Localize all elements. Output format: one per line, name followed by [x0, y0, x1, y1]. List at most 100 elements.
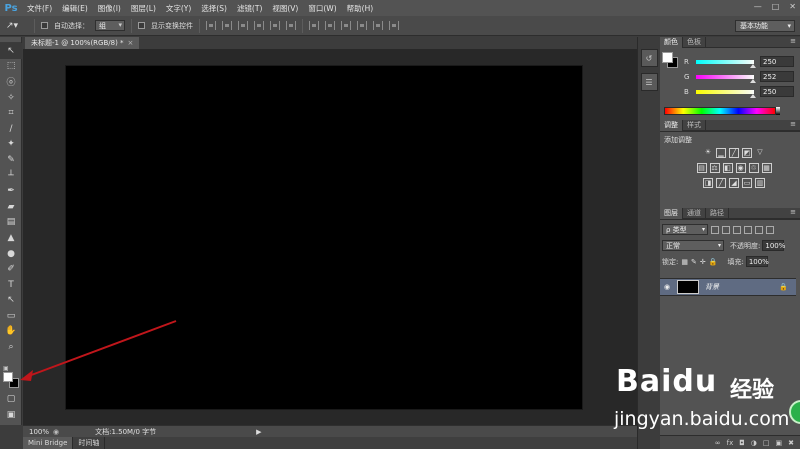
tab-mini-bridge[interactable]: Mini Bridge [23, 437, 74, 449]
tab-color[interactable]: 颜色 [660, 37, 683, 48]
workspace-dropdown[interactable]: 基本功能 [735, 20, 795, 32]
path-select-tool-icon[interactable]: ↖ [0, 293, 22, 309]
green-value-input[interactable]: 252 [760, 71, 794, 82]
menu-window[interactable]: 窗口(W) [303, 3, 341, 14]
close-button[interactable]: ✕ [789, 2, 796, 11]
red-value-input[interactable]: 250 [760, 56, 794, 67]
align-hcenter-icon[interactable] [270, 21, 280, 30]
layer-name[interactable]: 背景 [705, 282, 719, 292]
show-transform-checkbox[interactable] [138, 22, 145, 29]
red-slider[interactable] [696, 59, 756, 68]
screen-mode-icon[interactable]: ▣ [0, 407, 22, 423]
menu-type[interactable]: 文字(Y) [161, 3, 196, 14]
distribute-vcenter-icon[interactable] [325, 21, 335, 30]
tab-channels[interactable]: 通道 [683, 208, 706, 219]
zoom-level[interactable]: 100% [23, 428, 53, 436]
brush-tool-icon[interactable]: ✎ [0, 152, 22, 168]
spectrum-black-white[interactable] [776, 107, 780, 115]
properties-panel-icon[interactable]: ☰ [640, 73, 658, 91]
quick-mask-icon[interactable]: ▢ [0, 391, 22, 407]
opacity-input[interactable]: 100% [762, 240, 785, 251]
filter-adjust-icon[interactable] [722, 225, 730, 234]
foreground-color-swatch[interactable] [3, 372, 13, 382]
posterize-icon[interactable]: ╱ [716, 178, 726, 188]
align-left-icon[interactable] [254, 21, 264, 30]
filter-smart-icon[interactable] [755, 225, 763, 234]
menu-file[interactable]: 文件(F) [22, 3, 57, 14]
hue-saturation-icon[interactable]: ▤ [696, 163, 707, 173]
menu-select[interactable]: 选择(S) [196, 3, 232, 14]
maximize-button[interactable]: □ [772, 2, 780, 11]
distribute-hcenter-icon[interactable] [373, 21, 383, 30]
blue-value-input[interactable]: 250 [760, 86, 794, 97]
panel-menu-icon[interactable]: ≡ [790, 120, 796, 128]
menu-filter[interactable]: 滤镜(T) [232, 3, 267, 14]
history-brush-tool-icon[interactable]: ✒ [0, 183, 22, 199]
distribute-right-icon[interactable] [389, 21, 399, 30]
vibrance-icon[interactable]: ▽ [755, 148, 765, 158]
tab-layers[interactable]: 图层 [660, 208, 683, 219]
green-slider-thumb[interactable] [750, 78, 757, 83]
type-tool-icon[interactable]: T [0, 277, 22, 293]
filter-pixel-icon[interactable] [711, 225, 719, 234]
crop-tool-icon[interactable]: ⌗ [0, 105, 22, 121]
photo-filter-icon[interactable]: ◉ [735, 163, 746, 173]
curves-icon[interactable]: ╱ [729, 148, 739, 158]
gradient-tool-icon[interactable]: ▤ [0, 215, 22, 231]
lasso-tool-icon[interactable]: ⓞ [0, 74, 22, 90]
menu-help[interactable]: 帮助(H) [342, 3, 379, 14]
red-slider-thumb[interactable] [749, 63, 756, 68]
menu-image[interactable]: 图像(I) [93, 3, 126, 14]
threshold-icon[interactable]: ◢ [729, 178, 739, 188]
pen-tool-icon[interactable]: ✐ [0, 261, 22, 277]
eyedropper-tool-icon[interactable]: ∕ [0, 121, 22, 137]
channel-mixer-icon[interactable]: ♲ [748, 163, 759, 173]
lock-pixels-icon[interactable]: ✎ [691, 258, 697, 266]
color-lookup-icon[interactable]: ▦ [761, 163, 772, 173]
zoom-tool-icon[interactable]: ⌕ [0, 339, 22, 355]
tab-timeline[interactable]: 时间轴 [73, 437, 106, 449]
document-canvas[interactable] [65, 65, 583, 410]
align-top-icon[interactable] [206, 21, 216, 30]
marquee-tool-icon[interactable]: ⬚ [0, 59, 22, 75]
distribute-left-icon[interactable] [357, 21, 367, 30]
blue-slider-thumb[interactable] [749, 93, 756, 98]
lock-transparent-icon[interactable]: ▦ [681, 258, 688, 266]
default-colors-icon[interactable]: ▣ [3, 365, 9, 372]
menu-layer[interactable]: 图层(L) [126, 3, 161, 14]
filter-shape-icon[interactable] [744, 225, 752, 234]
color-spectrum[interactable] [664, 107, 776, 115]
clone-stamp-tool-icon[interactable]: ┴ [0, 168, 22, 184]
auto-select-checkbox[interactable] [41, 22, 48, 29]
align-bottom-icon[interactable] [238, 21, 248, 30]
distribute-bottom-icon[interactable] [341, 21, 351, 30]
panel-menu-icon[interactable]: ≡ [790, 37, 796, 45]
move-tool-icon[interactable]: ↖ [0, 43, 22, 59]
filter-toggle-icon[interactable] [766, 225, 774, 234]
selective-color-icon[interactable]: ▥ [755, 178, 765, 188]
panel-foreground-swatch[interactable] [662, 52, 673, 63]
align-vcenter-icon[interactable] [222, 21, 232, 30]
layer-filter-dropdown[interactable]: ρ 类型 [662, 224, 708, 235]
quick-select-tool-icon[interactable]: ✧ [0, 90, 22, 106]
move-tool-preset-icon[interactable]: ↗▾ [6, 19, 28, 33]
status-menu-arrow-icon[interactable]: ▶ [256, 428, 261, 436]
black-white-icon[interactable]: ◧ [722, 163, 733, 173]
blur-tool-icon[interactable]: ▲ [0, 230, 22, 246]
levels-icon[interactable]: ▁ [716, 148, 726, 158]
panel-menu-icon[interactable]: ≡ [790, 208, 796, 216]
menu-edit[interactable]: 编辑(E) [57, 3, 93, 14]
tab-swatches[interactable]: 色板 [683, 37, 706, 48]
layer-background-row[interactable]: ◉ 背景 🔒 [660, 278, 796, 296]
exposure-icon[interactable]: ◩ [742, 148, 752, 158]
color-balance-icon[interactable]: ⚖ [709, 163, 720, 173]
filter-type-icon[interactable] [733, 225, 741, 234]
eraser-tool-icon[interactable]: ▰ [0, 199, 22, 215]
lock-position-icon[interactable]: ✛ [700, 258, 706, 266]
visibility-eye-icon[interactable]: ◉ [660, 283, 674, 291]
history-panel-icon[interactable]: ↺ [640, 49, 658, 67]
distribute-top-icon[interactable] [309, 21, 319, 30]
invert-icon[interactable]: ◨ [703, 178, 713, 188]
minimize-button[interactable]: — [754, 2, 762, 11]
close-tab-icon[interactable]: × [128, 39, 134, 47]
